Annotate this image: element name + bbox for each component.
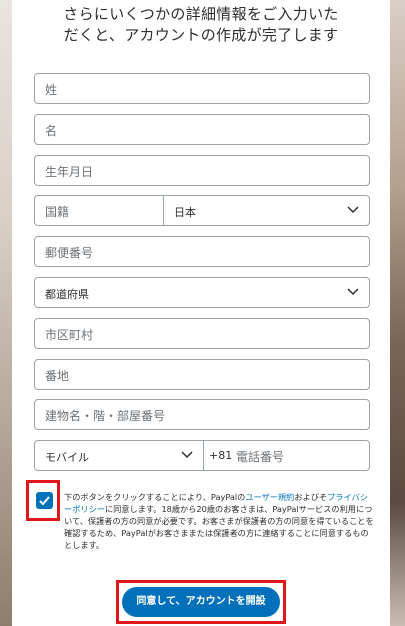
city-field[interactable]: 市区町村 bbox=[34, 318, 370, 349]
birthdate-field[interactable]: 生年月日 bbox=[34, 155, 370, 186]
first-name-placeholder: 名 bbox=[45, 124, 58, 138]
building-field[interactable]: 建物名・階・部屋番号 bbox=[34, 399, 370, 430]
checkmark-icon bbox=[39, 496, 50, 506]
chevron-down-icon bbox=[347, 206, 359, 214]
heading-line-2: だくと、アカウントの作成が完了します bbox=[63, 26, 339, 44]
signup-panel: さらにいくつかの詳細情報をご入力いた だくと、アカウントの作成が完了します 姓 … bbox=[12, 0, 390, 626]
building-placeholder: 建物名・階・部屋番号 bbox=[45, 409, 166, 423]
phone-type-select[interactable]: モバイル bbox=[34, 440, 204, 471]
consent-text-rest: に同意します。18歳から20歳のお客さまは、PayPalサービスの利用について、… bbox=[64, 504, 374, 550]
address-placeholder: 番地 bbox=[45, 369, 70, 383]
consent-text: 下のボタンをクリックすることにより、PayPalのユーザー規約およびそプライバシ… bbox=[64, 491, 374, 551]
phone-number-field[interactable]: +81 電話番号 bbox=[203, 440, 370, 471]
first-name-field[interactable]: 名 bbox=[34, 114, 370, 145]
postal-code-field[interactable]: 郵便番号 bbox=[34, 236, 370, 267]
chevron-down-icon bbox=[181, 451, 193, 459]
consent-text-and: およびそ bbox=[294, 492, 328, 502]
nationality-placeholder: 国籍 bbox=[45, 205, 70, 219]
consent-checkbox[interactable] bbox=[36, 492, 53, 509]
address-field[interactable]: 番地 bbox=[34, 359, 370, 390]
prefecture-select[interactable]: 都道府県 bbox=[34, 277, 370, 308]
phone-type-value: モバイル bbox=[45, 451, 89, 464]
agree-and-create-account-button[interactable]: 同意して、アカウントを開設 bbox=[122, 587, 280, 617]
nationality-field[interactable]: 国籍 bbox=[34, 195, 164, 226]
city-placeholder: 市区町村 bbox=[45, 328, 94, 342]
birthdate-placeholder: 生年月日 bbox=[45, 165, 94, 179]
heading-line-1: さらにいくつかの詳細情報をご入力いた bbox=[63, 5, 339, 23]
postal-code-placeholder: 郵便番号 bbox=[45, 246, 94, 260]
chevron-down-icon bbox=[347, 288, 359, 296]
submit-highlight: 同意して、アカウントを開設 bbox=[116, 580, 286, 624]
consent-text-before: 下のボタンをクリックすることにより、PayPalの bbox=[64, 492, 246, 502]
checkbox-highlight bbox=[26, 480, 60, 521]
last-name-placeholder: 姓 bbox=[45, 83, 58, 97]
country-value: 日本 bbox=[174, 206, 196, 219]
prefecture-value: 都道府県 bbox=[45, 288, 89, 301]
background-photo-right bbox=[390, 0, 405, 626]
country-select[interactable]: 日本 bbox=[163, 195, 370, 226]
user-agreement-link[interactable]: ユーザー規約 bbox=[245, 492, 294, 502]
background-photo-left bbox=[0, 0, 12, 626]
page-heading: さらにいくつかの詳細情報をご入力いた だくと、アカウントの作成が完了します bbox=[12, 4, 390, 46]
phone-prefix: +81 bbox=[209, 449, 233, 462]
last-name-field[interactable]: 姓 bbox=[34, 73, 370, 104]
phone-number-placeholder: 電話番号 bbox=[236, 450, 285, 464]
